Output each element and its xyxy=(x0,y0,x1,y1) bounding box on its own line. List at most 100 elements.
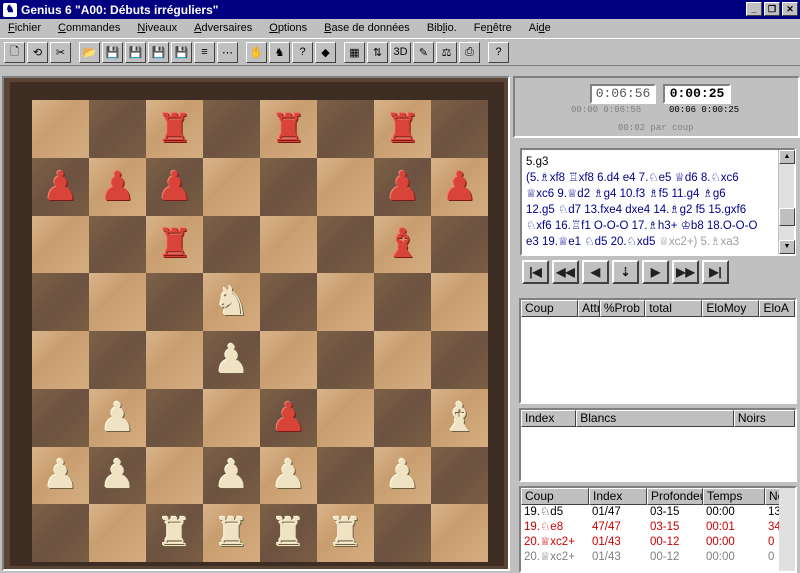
board-square[interactable] xyxy=(431,331,488,389)
help-icon[interactable]: ? xyxy=(488,41,509,63)
column-header[interactable]: Temps xyxy=(703,488,765,505)
column-header[interactable]: Noirs xyxy=(733,410,795,427)
chess-piece[interactable]: ♝ xyxy=(442,398,478,438)
chess-piece[interactable]: ♜ xyxy=(271,109,307,149)
chess-piece[interactable]: ♟ xyxy=(100,398,136,438)
chess-piece[interactable]: ♝ xyxy=(385,224,421,264)
table-row[interactable]: 19.♘e8 47/47 03-15 00:01 34 xyxy=(521,520,795,535)
board-square[interactable]: ♟ xyxy=(203,446,260,505)
forward-button[interactable]: ▶ xyxy=(642,260,669,284)
menu-item[interactable]: Commandes xyxy=(53,22,132,34)
board-square[interactable] xyxy=(260,331,317,389)
menu-item[interactable]: Adversaires xyxy=(189,22,264,34)
column-header[interactable]: Blancs xyxy=(576,410,734,427)
board-square[interactable] xyxy=(260,273,317,331)
board-square[interactable]: ♟ xyxy=(89,388,146,447)
board-square[interactable] xyxy=(317,388,374,447)
save-query-icon[interactable]: 💾 xyxy=(171,41,192,63)
column-header[interactable]: Index xyxy=(521,410,577,427)
board-square[interactable] xyxy=(374,388,431,447)
board-square[interactable] xyxy=(89,273,146,331)
column-header[interactable]: Index xyxy=(589,488,647,505)
board-square[interactable] xyxy=(374,331,431,389)
scroll-up-icon[interactable]: ▲ xyxy=(779,150,795,164)
hand-icon[interactable]: ✋ xyxy=(246,41,267,63)
board-square[interactable]: ♟ xyxy=(32,157,89,216)
menu-item[interactable]: Fichier xyxy=(3,22,53,34)
board-square[interactable]: ♟ xyxy=(89,446,146,505)
board-square[interactable] xyxy=(203,388,260,447)
scroll-down-icon[interactable]: ▼ xyxy=(779,240,795,254)
chess-piece[interactable]: ♟ xyxy=(385,455,421,495)
board-square[interactable] xyxy=(374,504,431,562)
chess-piece[interactable]: ♜ xyxy=(157,224,193,264)
chess-piece[interactable]: ♜ xyxy=(157,109,193,149)
board-square[interactable]: ♜ xyxy=(203,504,260,562)
board-square[interactable] xyxy=(260,215,317,274)
fast-forward-button[interactable]: ▶▶ xyxy=(672,260,699,284)
menu-item[interactable]: Aide xyxy=(524,22,563,34)
board-square[interactable] xyxy=(146,331,203,389)
board-square[interactable] xyxy=(317,273,374,331)
notation-panel[interactable]: 5.g3 (5.♗xf8 ♖xf8 6.d4 e4 7.♘e5 ♕d6 8.♘x… xyxy=(520,148,796,256)
table-row[interactable]: 20.♕xc2+ 01/43 00-12 00:00 0 xyxy=(521,535,795,550)
board-square[interactable] xyxy=(317,215,374,274)
board-square[interactable] xyxy=(260,157,317,216)
column-header[interactable]: total xyxy=(645,300,703,317)
board-square[interactable]: ♜ xyxy=(146,100,203,158)
board-square[interactable]: ♟ xyxy=(431,157,488,216)
variation-button[interactable]: ⇣ xyxy=(612,260,639,284)
chess-piece[interactable]: ♟ xyxy=(100,167,136,207)
chess-piece[interactable]: ♟ xyxy=(157,167,193,207)
board-square[interactable] xyxy=(89,100,146,158)
notation-format-icon[interactable]: ⋯ xyxy=(217,41,238,63)
board-square[interactable]: ♟ xyxy=(260,388,317,447)
open-folder-icon[interactable]: 📂 xyxy=(79,41,100,63)
board-square[interactable] xyxy=(32,504,89,562)
chess-piece[interactable]: ♟ xyxy=(442,167,478,207)
column-header[interactable]: EloA xyxy=(759,300,795,317)
chess-piece[interactable]: ♟ xyxy=(214,455,250,495)
save-icon[interactable]: 💾 xyxy=(102,41,123,63)
first-move-button[interactable]: |◀ xyxy=(522,260,549,284)
board-square[interactable] xyxy=(203,215,260,274)
save-minus-icon[interactable]: 💾 xyxy=(148,41,169,63)
scale-icon[interactable]: ⚖ xyxy=(436,41,457,63)
lightbulb-icon[interactable]: ◆ xyxy=(315,41,336,63)
fast-back-button[interactable]: ◀◀ xyxy=(552,260,579,284)
board-flip-icon[interactable]: ⇅ xyxy=(367,41,388,63)
column-header[interactable]: EloMoy xyxy=(702,300,760,317)
close-button[interactable]: ✕ xyxy=(782,2,798,16)
board-square[interactable] xyxy=(203,157,260,216)
chess-piece[interactable]: ♟ xyxy=(100,455,136,495)
board-square[interactable]: ♜ xyxy=(146,215,203,274)
column-header[interactable]: Attr xyxy=(578,300,600,317)
table-row[interactable]: 19.♘d5 01/47 03-15 00:00 13 xyxy=(521,505,795,520)
board-square[interactable]: ♟ xyxy=(203,331,260,389)
column-header[interactable]: Profondeur xyxy=(647,488,703,505)
board-square[interactable] xyxy=(431,273,488,331)
board-square[interactable] xyxy=(32,273,89,331)
board-square[interactable]: ♜ xyxy=(317,504,374,562)
board-square[interactable]: ♜ xyxy=(374,100,431,158)
board-square[interactable] xyxy=(32,100,89,158)
board-square[interactable] xyxy=(431,215,488,274)
board-square[interactable]: ♜ xyxy=(146,504,203,562)
board-square[interactable] xyxy=(317,157,374,216)
board-square[interactable]: ♜ xyxy=(260,504,317,562)
chess-piece[interactable]: ♜ xyxy=(385,109,421,149)
knight-icon[interactable]: ♞ xyxy=(3,2,17,17)
menu-item[interactable]: Base de données xyxy=(319,22,422,34)
board-square[interactable] xyxy=(146,388,203,447)
menu-item[interactable]: Biblio. xyxy=(422,22,469,34)
column-header[interactable]: %Prob xyxy=(599,300,646,317)
chess-piece[interactable]: ♜ xyxy=(214,513,250,553)
board-square[interactable] xyxy=(431,100,488,158)
board-square[interactable] xyxy=(89,504,146,562)
scroll-thumb[interactable] xyxy=(779,208,795,226)
pen-icon[interactable]: ✎ xyxy=(413,41,434,63)
board-square[interactable]: ♞ xyxy=(203,273,260,331)
board-square[interactable] xyxy=(89,215,146,274)
board-square[interactable]: ♝ xyxy=(374,215,431,274)
chess-board[interactable]: ♜ ♜ ♜ ♟ ♟ ♟ ♟ ♟ ♜ ♝ ♞ ♟ ♟ ♟ ♝ ♟ ♟ ♟ ♟ ♟ ♜ ♜ ♜ ♜ xyxy=(32,100,488,562)
